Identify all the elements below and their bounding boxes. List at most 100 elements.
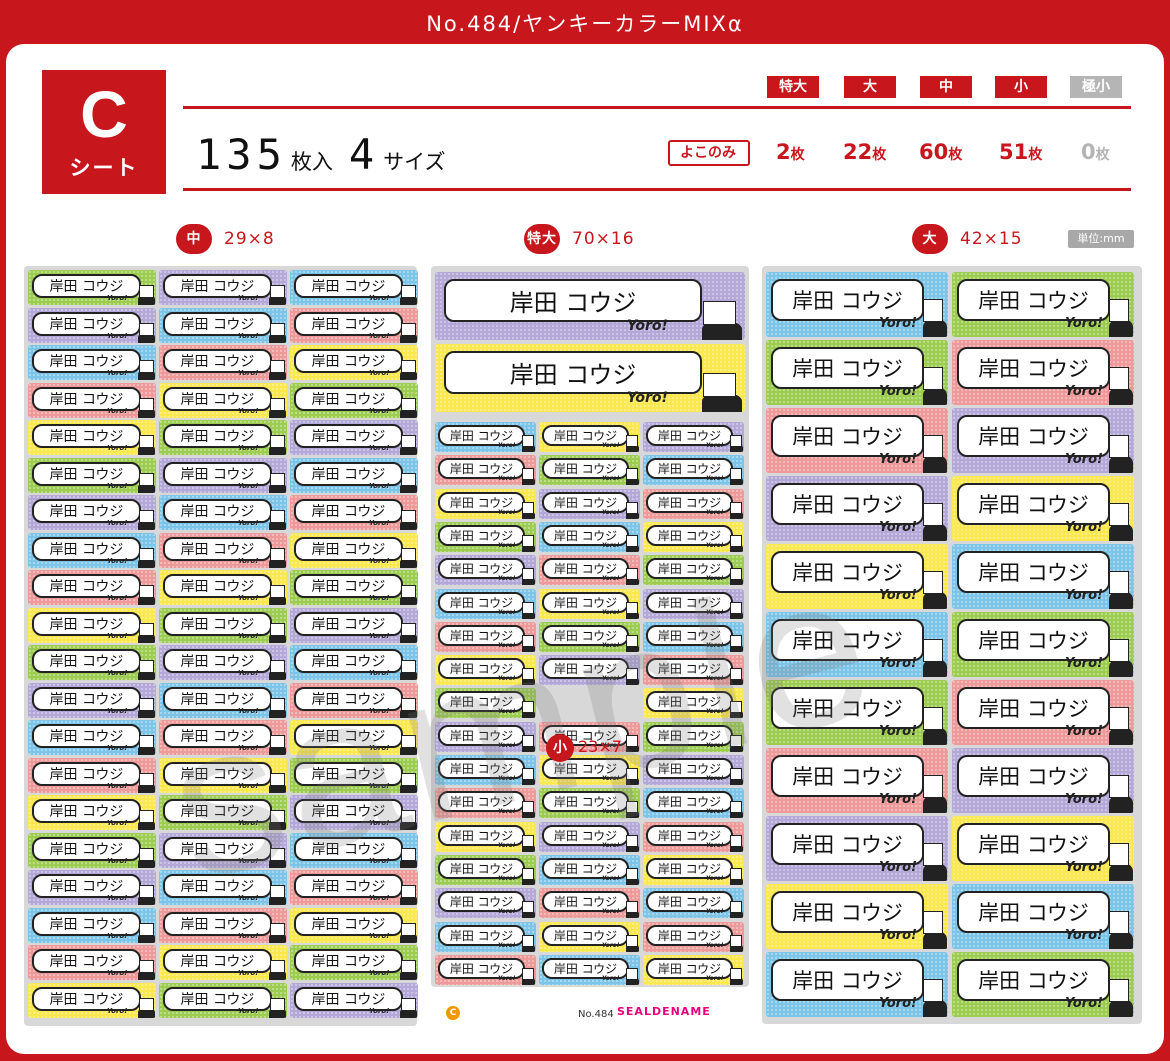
name-label-medium: 岸田 コウジ Yoro! [290,533,418,568]
name-label-medium: 岸田 コウジ Yoro! [159,383,287,418]
label-tagline: Yoro! [706,874,724,882]
label-name-text: 岸田 コウジ [311,392,386,408]
character-face-icon [139,473,154,486]
label-tagline: Yoro! [879,792,917,807]
section-xlarge-dims: 70×16 [572,229,635,249]
label-tagline: Yoro! [369,894,390,902]
name-label-large: 岸田 コウジ Yoro! [952,816,1134,881]
name-label-medium: 岸田 コウジ Yoro! [159,495,287,530]
label-tagline: Yoro! [498,874,516,882]
character-face-icon [139,923,154,936]
name-label-small: 岸田 コウジ Yoro! [539,488,640,519]
character-face-icon [730,501,742,514]
name-label-large: 岸田 コウジ Yoro! [952,408,1134,473]
name-label-medium: 岸田 コウジ Yoro! [290,495,418,530]
label-tagline: Yoro! [238,557,259,565]
character-face-icon [401,885,416,898]
label-tagline: Yoro! [107,669,128,677]
name-label-small: 岸田 コウジ Yoro! [643,821,744,852]
label-tagline: Yoro! [107,782,128,790]
character-face-icon [401,548,416,561]
character-face-icon [626,967,638,980]
footer-number: No.484 [578,1009,614,1020]
label-tagline: Yoro! [879,520,917,535]
label-tagline: Yoro! [238,369,259,377]
label-tagline: Yoro! [369,557,390,565]
label-name-text: 岸田 コウジ [49,317,124,333]
label-name-text: 岸田 コウジ [792,493,903,517]
speech-bubble: 岸田 コウジ [444,279,702,322]
speech-bubble: 岸田 コウジ [957,347,1110,389]
label-tagline: Yoro! [369,969,390,977]
character-face-icon [1109,843,1129,866]
character-face-icon [270,548,285,561]
name-label-medium: 岸田 コウジ Yoro! [28,908,156,943]
character-face-icon [522,967,534,980]
character-face-icon [626,468,638,481]
label-name-text: 岸田 コウジ [49,579,124,595]
label-name-text: 岸田 コウジ [792,833,903,857]
label-tagline: Yoro! [238,969,259,977]
name-label-small: 岸田 コウジ Yoro! [435,555,536,586]
speech-bubble: 岸田 コウジ [771,823,924,865]
label-tagline: Yoro! [369,932,390,940]
character-face-icon [923,843,943,866]
character-face-icon [270,285,285,298]
label-tagline: Yoro! [107,594,128,602]
character-face-icon [139,773,154,786]
character-face-icon [401,323,416,336]
name-label-medium: 岸田 コウジ Yoro! [28,983,156,1018]
footer-brand-logo: SEALDENAME [617,1005,711,1018]
name-label-xlarge: 岸田 コウジ Yoro! [435,272,745,340]
label-tagline: Yoro! [498,575,516,583]
sheet-word: シート [69,156,139,180]
name-label-medium: 岸田 コウジ Yoro! [159,945,287,980]
label-tagline: Yoro! [369,332,390,340]
character-face-icon [139,435,154,448]
character-face-icon [270,923,285,936]
label-tagline: Yoro! [107,894,128,902]
label-tagline: Yoro! [1065,996,1103,1011]
label-tagline: Yoro! [706,941,724,949]
name-label-large: 岸田 コウジ Yoro! [766,340,948,405]
name-label-small: 岸田 コウジ Yoro! [435,888,536,919]
label-tagline: Yoro! [238,332,259,340]
label-name-text: 岸田 コウジ [978,289,1089,313]
character-face-icon [401,435,416,448]
label-tagline: Yoro! [238,932,259,940]
name-label-large: 岸田 コウジ Yoro! [766,952,948,1017]
character-face-icon [923,775,943,798]
name-label-large: 岸田 コウジ Yoro! [766,884,948,949]
label-name-text: 岸田 コウジ [311,467,386,483]
label-name-text: 岸田 コウジ [180,579,255,595]
label-name-text: 岸田 コウジ [311,429,386,445]
label-tagline: Yoro! [1065,384,1103,399]
name-label-large: 岸田 コウジ Yoro! [952,272,1134,337]
character-face-icon [270,585,285,598]
character-face-icon [522,435,534,447]
name-label-small: 岸田 コウジ Yoro! [643,921,744,952]
divider-top [183,106,1131,109]
label-name-text: 岸田 コウジ [311,954,386,970]
label-tagline: Yoro! [602,841,620,849]
label-tagline: Yoro! [706,475,724,483]
size-tag-large: 大 [844,76,896,98]
name-label-medium: 岸田 コウジ Yoro! [290,383,418,418]
name-label-small: 岸田 コウジ Yoro! [539,422,640,452]
label-tagline: Yoro! [107,369,128,377]
speech-bubble: 岸田 コウジ [771,347,924,389]
label-tagline: Yoro! [107,932,128,940]
label-tagline: Yoro! [1065,724,1103,739]
label-name-text: 岸田 コウジ [180,317,255,333]
label-tagline: Yoro! [602,908,620,916]
name-label-small: 岸田 コウジ Yoro! [643,521,744,552]
label-tagline: Yoro! [627,390,668,406]
label-name-text: 岸田 コウジ [49,692,124,708]
label-tagline: Yoro! [1065,792,1103,807]
name-label-medium: 岸田 コウジ Yoro! [28,795,156,830]
character-face-icon [703,373,736,397]
name-label-medium: 岸田 コウジ Yoro! [28,720,156,755]
size-tag-medium: 中 [920,76,972,98]
name-label-small: 岸田 コウジ Yoro! [643,854,744,885]
speech-bubble: 岸田 コウジ [771,891,924,933]
